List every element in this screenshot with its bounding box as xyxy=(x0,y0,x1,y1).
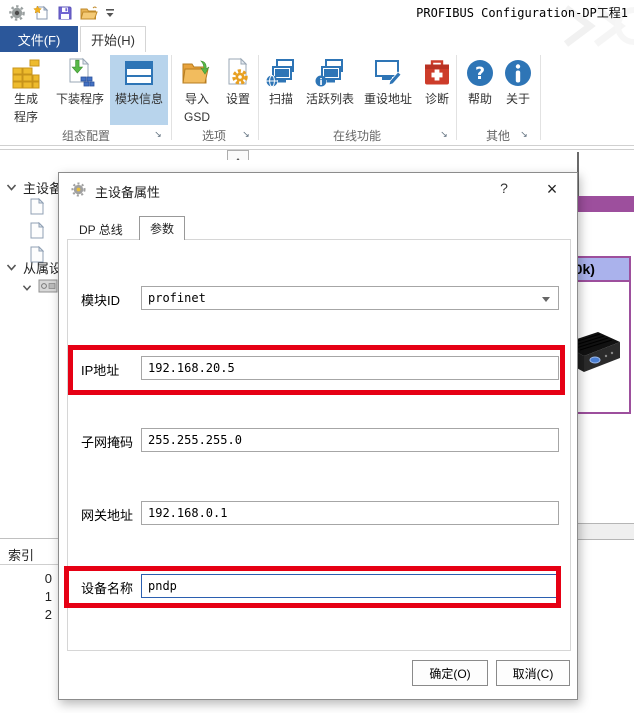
download-program-icon xyxy=(64,57,96,89)
generate-program-button[interactable]: 生成 程序 xyxy=(4,55,48,125)
new-file-icon[interactable] xyxy=(32,4,50,22)
master-properties-dialog: 主设备属性 ? × DP 总线 参数 模块ID profinet IP地址 子网… xyxy=(58,172,578,700)
module-id-label: 模块ID xyxy=(81,293,121,308)
ip-address-label: IP地址 xyxy=(81,363,120,378)
tree-item-label: 主设备 xyxy=(23,181,63,196)
diagnosis-icon xyxy=(421,57,453,89)
subnet-mask-label: 子网掩码 xyxy=(81,435,134,450)
ribbon-separator xyxy=(258,55,259,140)
dialog-gear-icon xyxy=(71,182,86,202)
about-button[interactable]: 关于 xyxy=(500,55,536,125)
tab-parameters[interactable]: 参数 xyxy=(139,216,186,240)
group-label-online: 在线功能 xyxy=(332,129,381,143)
gateway-input[interactable] xyxy=(141,501,559,525)
help-icon: ? xyxy=(464,57,496,89)
subnet-mask-input[interactable] xyxy=(141,428,559,452)
module-info-button[interactable]: 模块信息 xyxy=(110,55,168,125)
button-label: 诊断 xyxy=(424,92,449,106)
button-label: 设置 xyxy=(225,92,250,106)
device-name-input[interactable] xyxy=(141,574,559,598)
gateway-label: 网关地址 xyxy=(81,508,134,523)
chevron-down-icon[interactable] xyxy=(6,263,17,272)
active-list-icon: i xyxy=(314,57,346,89)
button-label: 下装程序 xyxy=(55,92,104,106)
app-gear-icon[interactable] xyxy=(8,4,26,22)
scan-button[interactable]: 扫描 xyxy=(262,55,300,125)
tab-dp-bus[interactable]: DP 总线 xyxy=(71,219,131,240)
download-program-button[interactable]: 下装程序 xyxy=(52,55,108,125)
dialog-help-button[interactable]: ? xyxy=(493,180,515,200)
window-title: PROFIBUS Configuration-DP工程1 xyxy=(416,6,628,20)
group-label-config: 组态配置 xyxy=(61,129,110,143)
reset-address-button[interactable]: 重设地址 xyxy=(360,55,416,125)
ribbon-separator xyxy=(171,55,172,140)
button-label: 扫描 xyxy=(268,92,293,106)
ribbon-separator xyxy=(540,55,541,140)
module-id-value: profinet xyxy=(148,291,206,305)
dialog-title: 主设备属性 xyxy=(95,185,161,200)
cancel-button[interactable]: 取消(C) xyxy=(496,660,570,686)
svg-text:i: i xyxy=(319,78,322,88)
table-row[interactable]: 1 xyxy=(0,589,52,604)
tree-item-slave-device[interactable] xyxy=(22,279,58,296)
module-id-combo[interactable]: profinet xyxy=(141,286,559,310)
app-window: PROFIBUS Configuration-DP工程1 文件(F) 开始(H)… xyxy=(0,0,634,713)
settings-icon xyxy=(222,57,254,89)
ribbon-separator xyxy=(456,55,457,140)
module-info-icon xyxy=(123,57,155,89)
active-list-button[interactable]: i 活跃列表 xyxy=(302,55,358,125)
button-label: 导入 GSD xyxy=(183,92,210,124)
bricks-icon xyxy=(10,57,42,89)
slave-device-icon xyxy=(38,279,58,296)
button-label: 重设地址 xyxy=(363,92,412,106)
group-launcher-icon[interactable]: ↘ xyxy=(153,129,163,139)
chevron-down-icon[interactable] xyxy=(22,284,32,292)
diagnosis-button[interactable]: 诊断 xyxy=(420,55,454,125)
reset-address-icon xyxy=(372,57,404,89)
open-folder-icon[interactable] xyxy=(80,4,98,22)
table-row[interactable]: 0 xyxy=(0,571,52,586)
device-name-label: 设备名称 xyxy=(81,581,134,596)
import-gsd-icon xyxy=(181,57,213,89)
table-row[interactable]: 2 xyxy=(0,607,52,622)
customize-arrow-icon[interactable] xyxy=(104,4,116,22)
index-column-header: 索引 xyxy=(8,548,35,563)
tab-home[interactable]: 开始(H) xyxy=(80,26,146,52)
about-icon xyxy=(502,57,534,89)
dialog-close-button[interactable]: × xyxy=(539,177,565,201)
document-icon[interactable] xyxy=(30,197,45,220)
ribbon-tab-row: 文件(F) 开始(H) xyxy=(0,26,634,52)
ok-button[interactable]: 确定(O) xyxy=(412,660,488,686)
tree-item-master[interactable]: 主设备 xyxy=(6,178,62,197)
quick-access-toolbar: PROFIBUS Configuration-DP工程1 xyxy=(0,0,634,26)
chevron-down-icon[interactable] xyxy=(6,183,17,192)
help-button[interactable]: ? 帮助 xyxy=(462,55,498,125)
button-label: 生成 程序 xyxy=(13,92,38,124)
button-label: 关于 xyxy=(505,92,530,106)
ip-address-input[interactable] xyxy=(141,356,559,380)
settings-button[interactable]: 设置 xyxy=(220,55,256,125)
combo-arrow-icon xyxy=(542,297,550,302)
scan-icon xyxy=(265,57,297,89)
document-icon[interactable] xyxy=(30,221,45,244)
import-gsd-button[interactable]: 导入 GSD xyxy=(176,55,218,125)
button-label: 模块信息 xyxy=(114,92,163,106)
group-launcher-icon[interactable]: ↘ xyxy=(241,129,251,139)
group-launcher-icon[interactable]: ↘ xyxy=(519,129,529,139)
save-icon[interactable] xyxy=(56,4,74,22)
panel-divider xyxy=(0,149,634,150)
button-label: 活跃列表 xyxy=(305,92,354,106)
ribbon: 生成 程序 下装程序 模块信息 导入 GSD 设置 扫描 i 活跃列表 重设地址… xyxy=(0,52,634,146)
tab-file[interactable]: 文件(F) xyxy=(0,26,78,52)
svg-text:?: ? xyxy=(475,64,485,84)
group-launcher-icon[interactable]: ↘ xyxy=(439,129,449,139)
button-label: 帮助 xyxy=(467,92,492,106)
